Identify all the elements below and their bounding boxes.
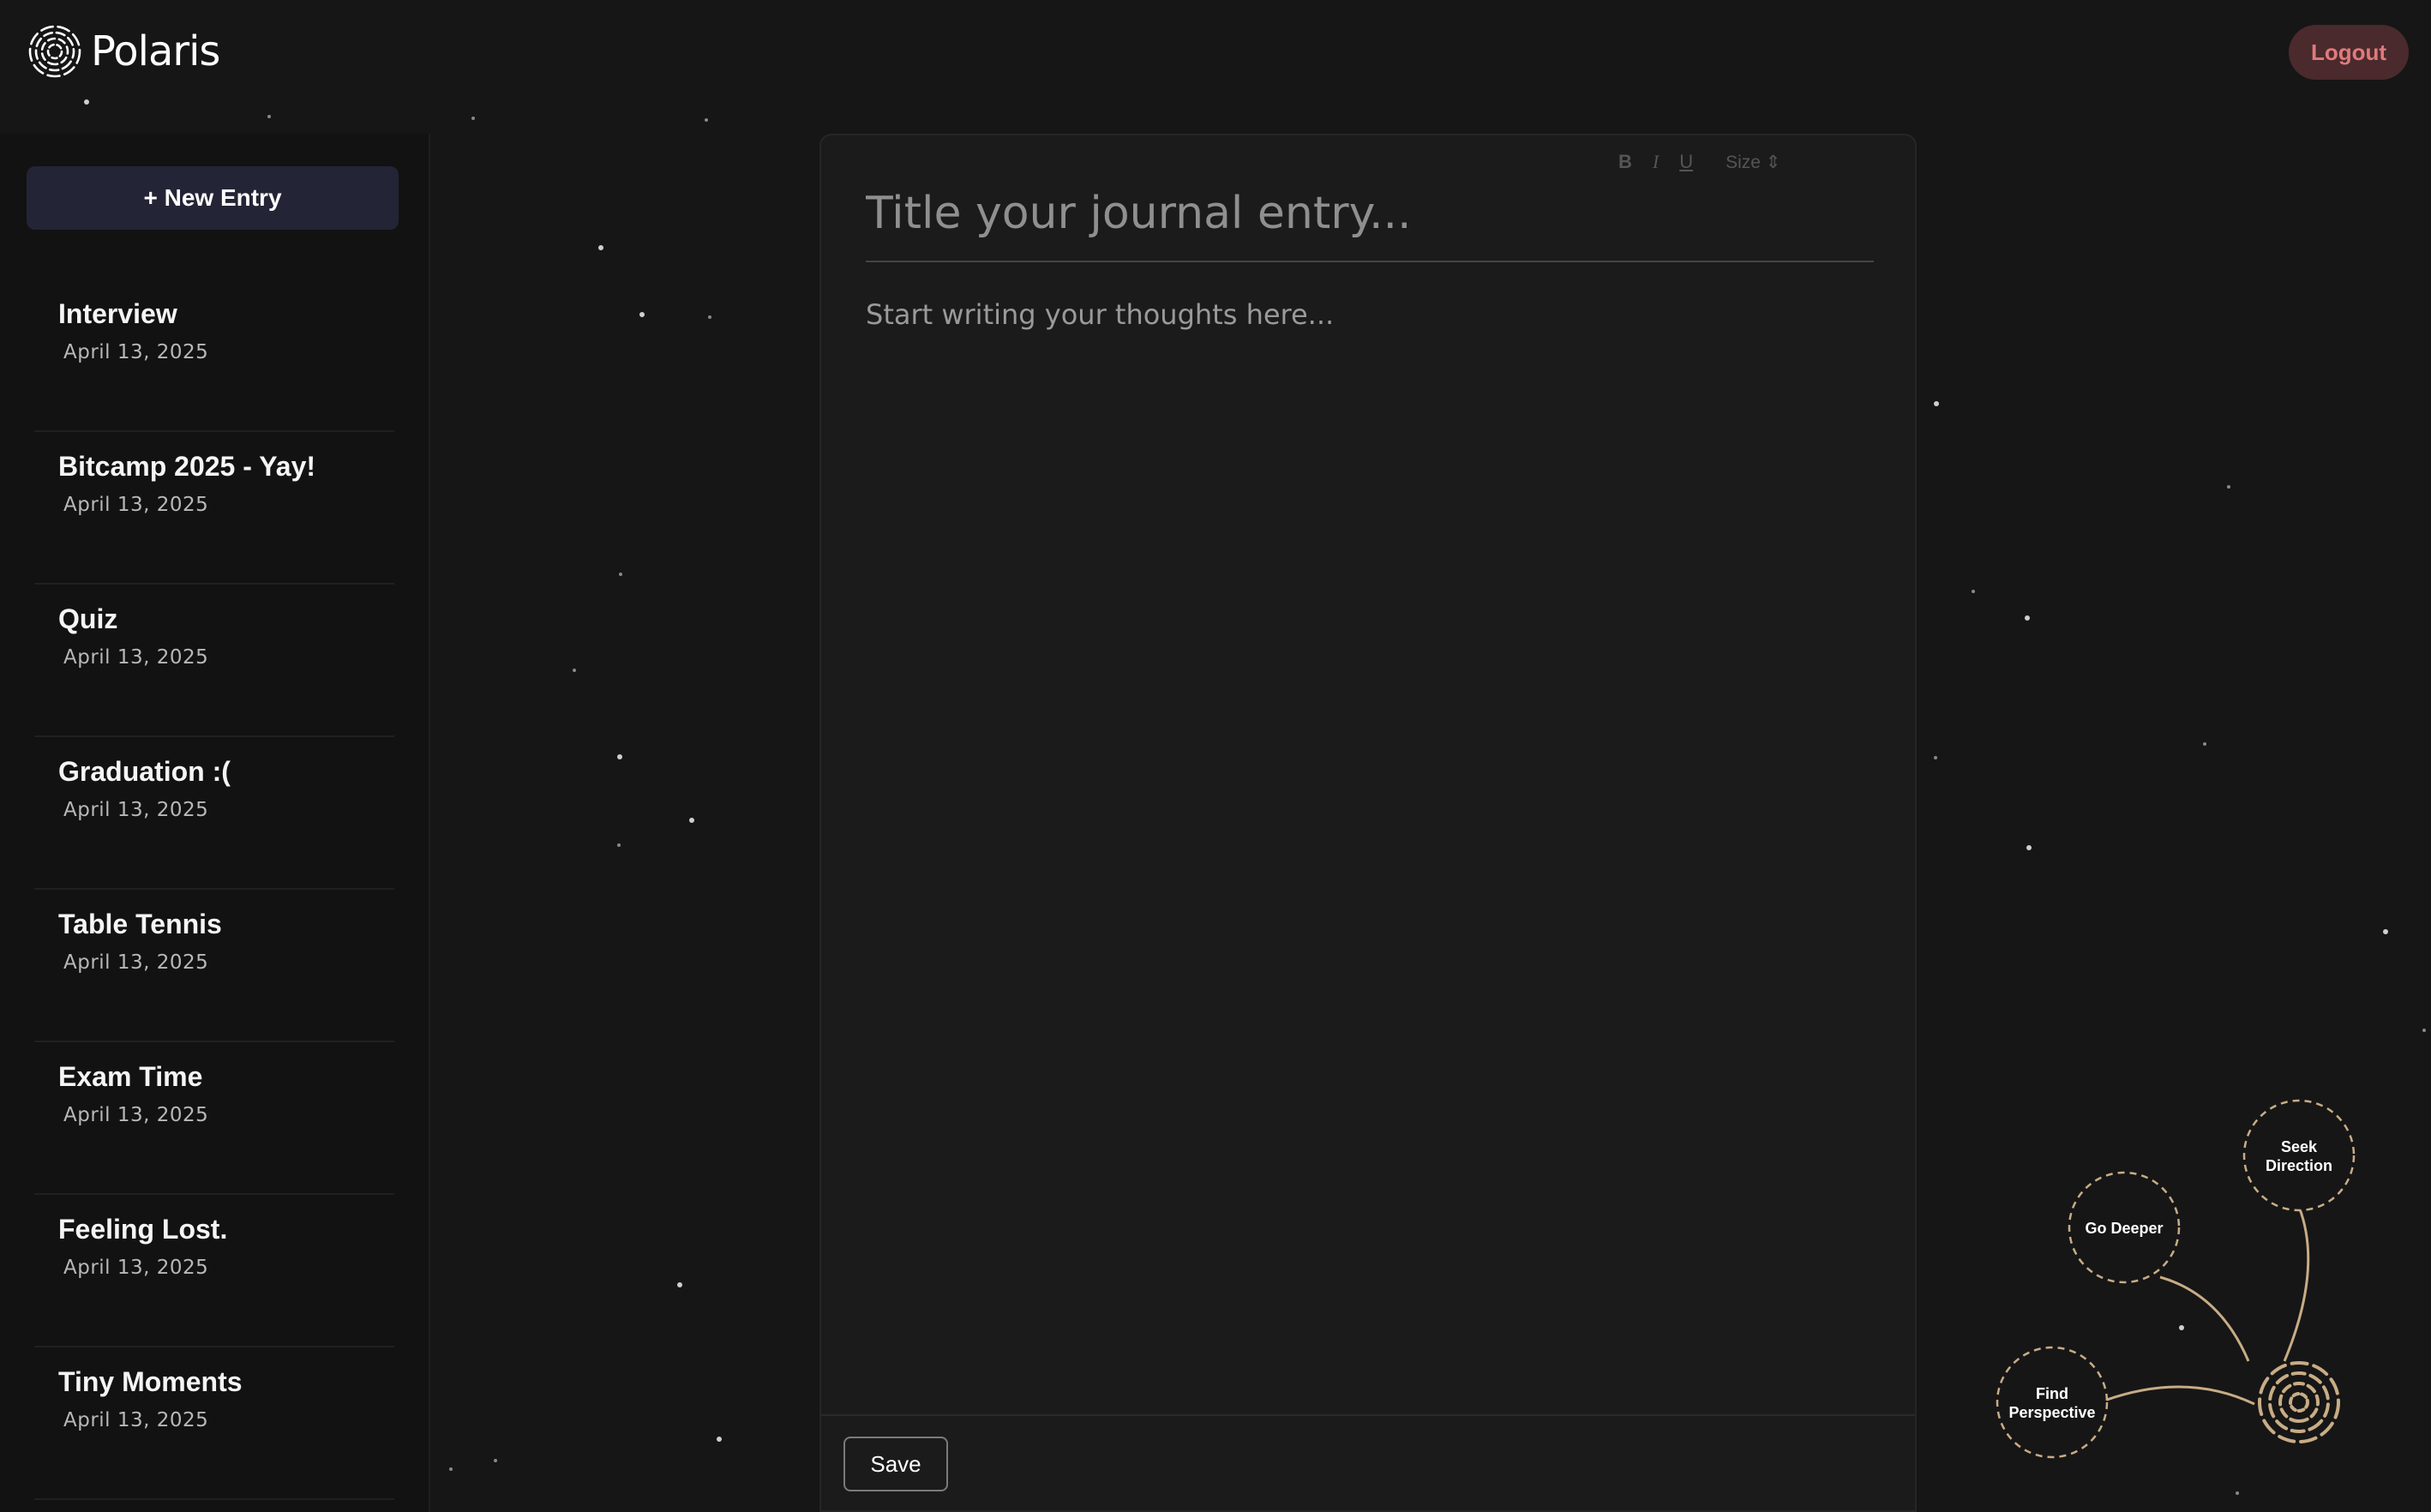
star	[617, 754, 622, 759]
star	[267, 115, 271, 118]
star	[573, 669, 576, 672]
app-logo[interactable]: Polaris	[27, 24, 220, 79]
entry-date: April 13, 2025	[63, 799, 209, 821]
logout-button[interactable]: Logout	[2289, 25, 2409, 80]
star	[677, 1282, 682, 1287]
star	[2383, 929, 2388, 934]
star	[639, 312, 645, 317]
polaris-star-icon[interactable]	[2258, 1361, 2340, 1443]
editor-footer: Save	[821, 1414, 1915, 1512]
star	[2203, 742, 2206, 746]
entry-item[interactable]: Tiny Moments April 13, 2025	[34, 1347, 394, 1500]
star	[1972, 590, 1975, 593]
entry-title: Quiz	[58, 603, 118, 634]
star	[598, 245, 603, 250]
app-name: Polaris	[91, 27, 220, 75]
entry-title: Graduation :(	[58, 756, 231, 787]
go-deeper-node[interactable]: Go Deeper	[2068, 1171, 2181, 1284]
find-perspective-label-2: Perspective	[2008, 1404, 2095, 1421]
star	[2227, 485, 2230, 489]
star	[619, 573, 622, 576]
entry-date: April 13, 2025	[63, 1104, 209, 1126]
star	[2025, 615, 2030, 621]
entry-body-input[interactable]	[866, 298, 1874, 1498]
entry-date: April 13, 2025	[63, 646, 209, 669]
entry-item[interactable]: Interview April 13, 2025	[34, 279, 394, 432]
seek-direction-label-2: Direction	[2266, 1157, 2332, 1174]
star	[1934, 756, 1937, 759]
star	[449, 1467, 453, 1471]
entry-title: Interview	[58, 298, 177, 329]
star	[705, 118, 708, 122]
star	[717, 1437, 722, 1442]
polaris-logo-icon	[28, 25, 81, 78]
entry-item[interactable]: Quiz April 13, 2025	[34, 585, 394, 737]
entry-date: April 13, 2025	[63, 1409, 209, 1431]
seek-direction-label-1: Seek	[2281, 1138, 2318, 1155]
entry-title: Bitcamp 2025 - Yay!	[58, 451, 316, 482]
entry-title: Table Tennis	[58, 909, 222, 939]
seek-direction-node[interactable]: Seek Direction	[2242, 1099, 2356, 1212]
journal-editor: B I U Size ⇕ Save	[819, 134, 1917, 1512]
star	[708, 315, 711, 319]
entry-date: April 13, 2025	[63, 341, 209, 363]
star	[1934, 401, 1939, 406]
entry-item[interactable]: Graduation :( April 13, 2025	[34, 737, 394, 890]
new-entry-button[interactable]: + New Entry	[27, 166, 399, 230]
connector-seek-direction	[2283, 1206, 2310, 1362]
star	[2422, 1029, 2426, 1032]
entries-sidebar: + New Entry Interview April 13, 2025 Bit…	[0, 134, 430, 1512]
entry-date: April 13, 2025	[63, 1257, 209, 1279]
star	[494, 1459, 497, 1462]
entry-item[interactable]: Table Tennis April 13, 2025	[34, 890, 394, 1042]
entry-date: April 13, 2025	[63, 951, 209, 974]
entry-title-input[interactable]	[866, 166, 1874, 262]
go-deeper-label: Go Deeper	[2085, 1220, 2163, 1237]
find-perspective-node[interactable]: Find Perspective	[1996, 1346, 2109, 1459]
star	[689, 818, 694, 823]
star	[2026, 845, 2032, 850]
entry-item[interactable]: Exam Time April 13, 2025	[34, 1042, 394, 1195]
entry-item[interactable]: Feeling Lost. April 13, 2025	[34, 1195, 394, 1347]
entry-date: April 13, 2025	[63, 494, 209, 516]
star	[471, 117, 475, 120]
star	[617, 843, 621, 847]
entry-list: Interview April 13, 2025 Bitcamp 2025 - …	[34, 279, 394, 1500]
entry-title: Exam Time	[58, 1061, 203, 1092]
save-button[interactable]: Save	[843, 1437, 948, 1491]
star	[2236, 1491, 2239, 1495]
reflection-constellation: Seek Direction Go Deeper Find Perspectiv…	[1996, 1099, 2356, 1459]
star	[84, 99, 89, 105]
connector-go-deeper	[2159, 1275, 2250, 1362]
find-perspective-label-1: Find	[2036, 1385, 2068, 1402]
entry-title: Feeling Lost.	[58, 1214, 228, 1245]
connector-find-perspective	[2104, 1385, 2255, 1406]
entry-title: Tiny Moments	[58, 1366, 243, 1397]
entry-item[interactable]: Bitcamp 2025 - Yay! April 13, 2025	[34, 432, 394, 585]
